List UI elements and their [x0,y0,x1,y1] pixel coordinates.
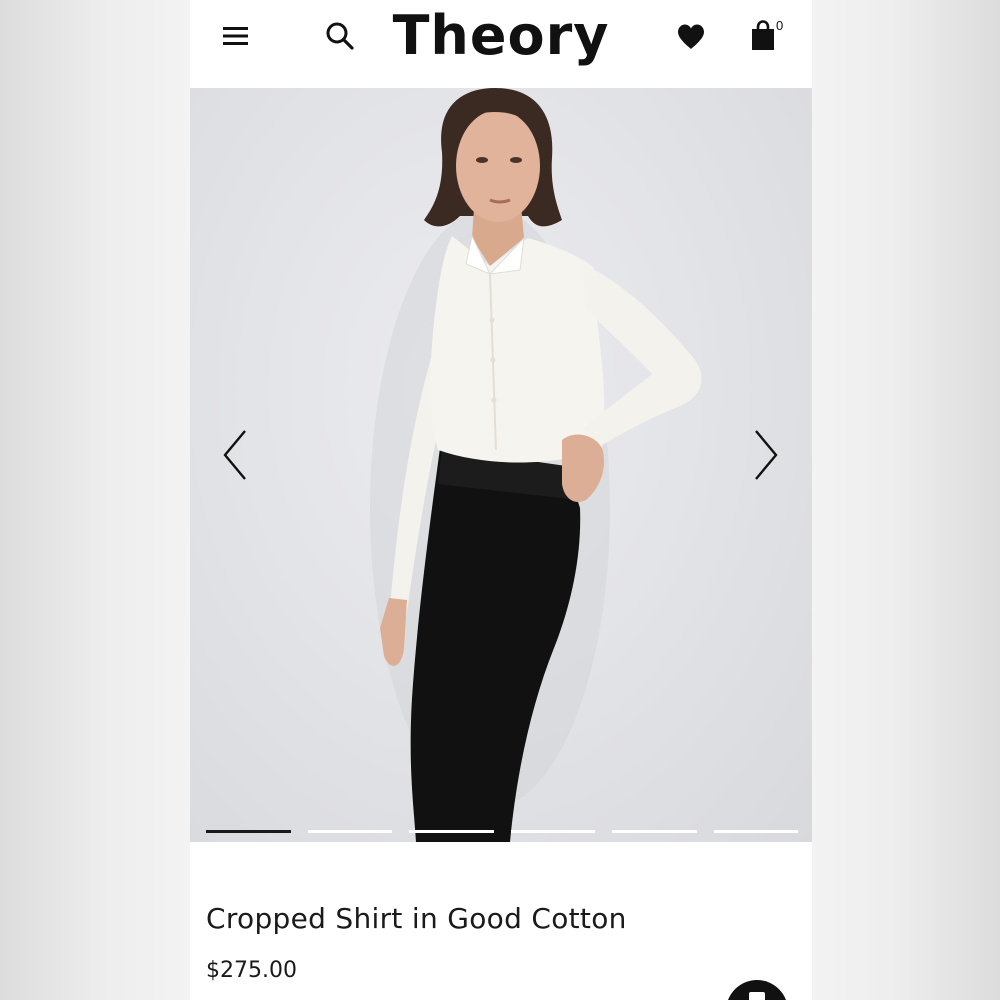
product-page: Theory 0 Cropped Shirt in Good Cotton $2… [190,0,812,1000]
chat-icon [749,992,765,1000]
hamburger-menu-icon [223,27,248,45]
gallery-pagination [206,830,798,834]
chevron-right-icon [755,430,778,480]
product-title: Cropped Shirt in Good Cotton [206,902,627,935]
brand-logo[interactable]: Theory [360,4,642,68]
wishlist-button[interactable] [674,20,708,54]
gallery-dot-2[interactable] [307,830,392,833]
gallery-dot-3[interactable] [409,830,494,833]
heart-icon [678,24,704,49]
gallery-dot-5[interactable] [612,830,697,833]
shopping-bag-button[interactable] [746,18,780,54]
product-price: $275.00 [206,958,297,983]
shopping-bag-icon [752,20,774,50]
site-header: Theory 0 [190,0,812,88]
gallery-dot-1[interactable] [206,830,291,833]
gallery-dot-6[interactable] [713,830,798,833]
chat-button[interactable] [726,980,788,1000]
gallery-dot-4[interactable] [510,830,595,833]
product-photo [370,88,702,842]
product-image-gallery[interactable] [190,88,812,842]
bag-count-badge: 0 [776,18,784,33]
search-button[interactable] [322,18,358,54]
menu-button[interactable] [218,18,254,54]
chevron-left-icon [223,430,246,480]
search-icon [326,22,354,50]
previous-image-button[interactable] [216,425,256,485]
next-image-button[interactable] [745,425,785,485]
